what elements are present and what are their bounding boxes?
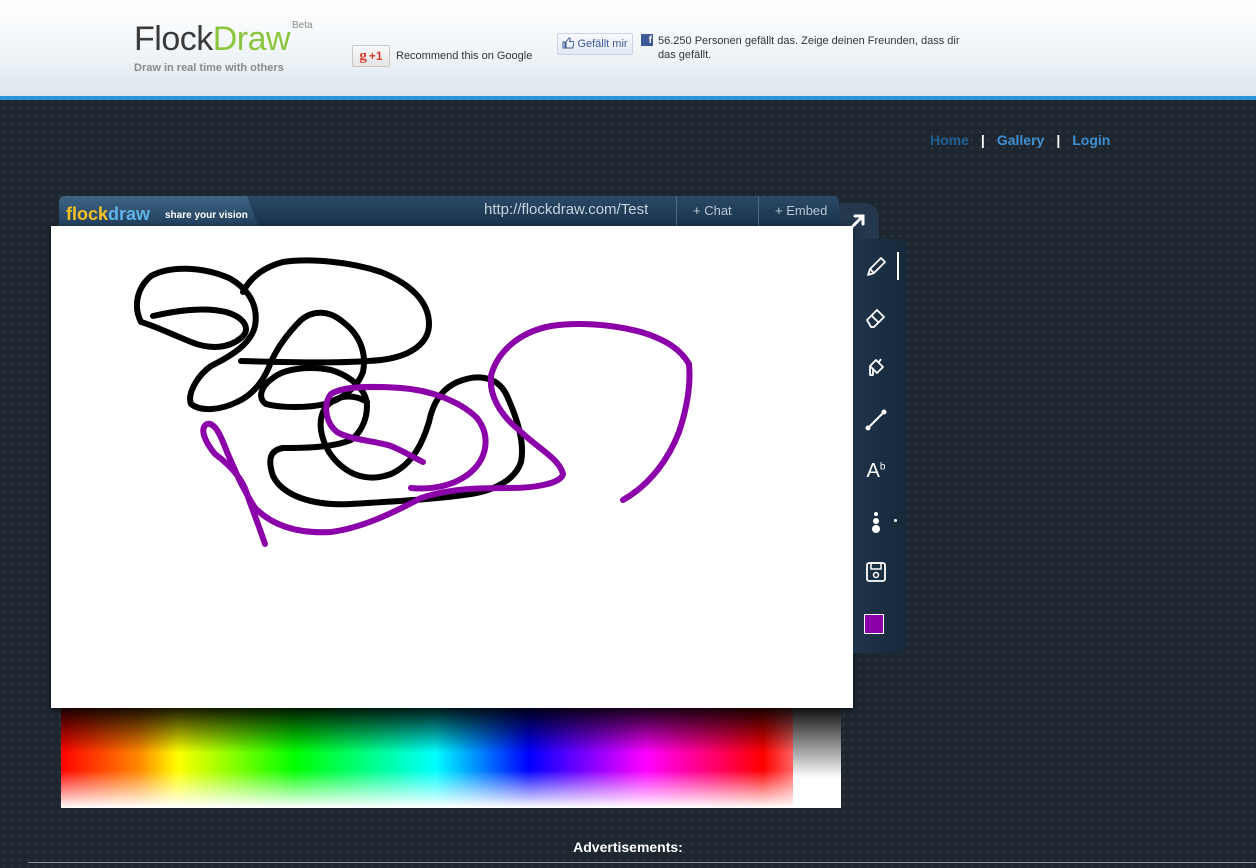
- fill-bucket-icon: [864, 356, 888, 380]
- brush-icon: [864, 255, 888, 279]
- eraser-icon: [864, 305, 888, 329]
- canvas-drawing: [133, 257, 693, 547]
- thumbs-up-icon: [562, 36, 575, 52]
- google-g-icon: g: [359, 47, 367, 64]
- app-brand-draw: draw: [108, 204, 151, 224]
- beta-label: Beta: [292, 20, 313, 31]
- app-brand-flock: flock: [66, 204, 109, 224]
- site-header: FlockDraw Beta Draw in real time with ot…: [0, 0, 1256, 100]
- facebook-icon: f: [641, 34, 653, 46]
- facebook-like-label: Gefällt mir: [577, 38, 628, 50]
- drawing-app-titlebar: flockdraw share your vision http://flock…: [59, 196, 839, 228]
- app-brand-tagline: share your vision: [165, 210, 248, 221]
- black-stroke: [133, 265, 525, 508]
- chat-tab[interactable]: + Chat: [676, 196, 759, 228]
- grayscale-strip[interactable]: [793, 708, 841, 808]
- nav-separator: |: [1056, 132, 1061, 148]
- black-stroke: [238, 257, 432, 366]
- drawing-toolbar: Ab: [853, 239, 907, 653]
- nav-separator: |: [980, 132, 985, 148]
- fill-tool[interactable]: [863, 355, 889, 381]
- facebook-like-count-text: 56.250 Personen gefällt das. Zeige deine…: [658, 35, 960, 61]
- current-color-swatch[interactable]: [864, 614, 884, 634]
- color-palette[interactable]: [61, 708, 841, 808]
- text-tool[interactable]: Ab: [863, 458, 889, 484]
- app-brand: flockdraw: [66, 204, 150, 225]
- logo-flock-text: Flock: [134, 20, 213, 58]
- nav-home-link[interactable]: Home: [930, 132, 969, 148]
- nav-gallery-link[interactable]: Gallery: [997, 132, 1044, 148]
- line-icon: [864, 408, 888, 432]
- google-plus-widget: g +1 Recommend this on Google: [352, 45, 532, 67]
- nav-login-link[interactable]: Login: [1072, 132, 1110, 148]
- main-nav: Home | Gallery | Login: [930, 132, 1110, 148]
- brush-size-icon: [864, 510, 888, 534]
- save-tool[interactable]: [863, 559, 889, 585]
- flockdraw-app-logo: flockdraw share your vision: [59, 196, 259, 228]
- drawing-canvas[interactable]: [51, 226, 853, 708]
- google-plus-button[interactable]: g +1: [352, 45, 390, 67]
- facebook-like-button[interactable]: Gefällt mir: [557, 33, 633, 55]
- text-tool-sup: b: [879, 460, 886, 472]
- text-icon: Ab: [867, 460, 886, 483]
- advertisements-label: Advertisements:: [573, 839, 683, 855]
- brush-tool[interactable]: [863, 254, 889, 280]
- text-tool-glyph: A: [866, 459, 880, 482]
- brush-size-tool[interactable]: [863, 509, 889, 535]
- site-logo[interactable]: FlockDraw Beta Draw in real time with ot…: [134, 20, 313, 74]
- eraser-tool[interactable]: [863, 304, 889, 330]
- logo-draw-text: Draw: [212, 20, 291, 58]
- save-icon: [864, 560, 888, 584]
- embed-tab[interactable]: + Embed: [758, 196, 840, 228]
- brush-size-indicator: [897, 252, 899, 280]
- line-tool[interactable]: [863, 407, 889, 433]
- google-recommend-text: Recommend this on Google: [396, 50, 533, 62]
- footer-divider: [28, 862, 1256, 863]
- room-url[interactable]: http://flockdraw.com/Test: [484, 201, 648, 218]
- google-plus-label: +1: [368, 49, 383, 63]
- site-tagline: Draw in real time with others: [134, 62, 284, 74]
- logo-wordmark: FlockDraw: [134, 20, 291, 58]
- brush-size-dot: [894, 519, 897, 522]
